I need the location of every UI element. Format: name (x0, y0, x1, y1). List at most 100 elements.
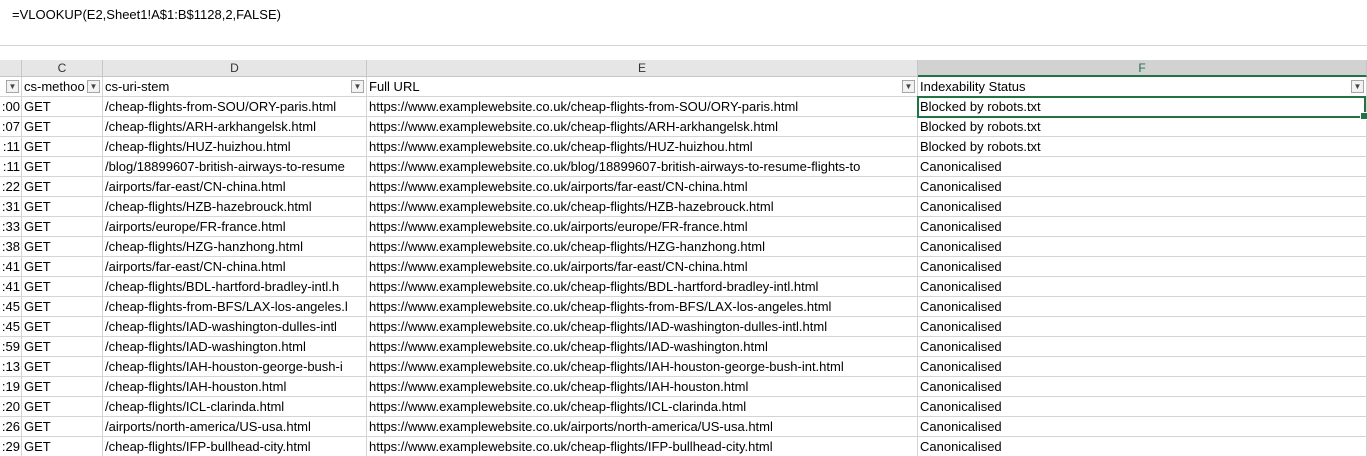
cell-uri-stem[interactable]: /cheap-flights/BDL-hartford-bradley-intl… (103, 277, 367, 297)
cell-method[interactable]: GET (22, 137, 103, 157)
cell-method[interactable]: GET (22, 157, 103, 177)
cell-indexability-status[interactable]: Canonicalised (918, 157, 1367, 177)
cell-uri-stem[interactable]: /blog/18899607-british-airways-to-resume (103, 157, 367, 177)
formula-bar[interactable]: =VLOOKUP(E2,Sheet1!A$1:B$1128,2,FALSE) (0, 0, 1367, 46)
cell-uri-stem[interactable]: /cheap-flights/IFP-bullhead-city.html (103, 437, 367, 456)
cell-method[interactable]: GET (22, 357, 103, 377)
column-header-f[interactable]: F (918, 60, 1367, 77)
cell-full-url[interactable]: https://www.examplewebsite.co.uk/cheap-f… (367, 337, 918, 357)
header-cell-full-url[interactable]: Full URL ▼ (367, 77, 918, 97)
column-header-d[interactable]: D (103, 60, 367, 77)
cell-method[interactable]: GET (22, 337, 103, 357)
cell-indexability-status[interactable]: Blocked by robots.txt (918, 117, 1367, 137)
column-header-b[interactable] (0, 60, 22, 77)
cell-method[interactable]: GET (22, 257, 103, 277)
cell-indexability-status[interactable]: Canonicalised (918, 197, 1367, 217)
cell-uri-stem[interactable]: /cheap-flights/ARH-arkhangelsk.html (103, 117, 367, 137)
cell-indexability-status[interactable]: Canonicalised (918, 397, 1367, 417)
cell-full-url[interactable]: https://www.examplewebsite.co.uk/cheap-f… (367, 437, 918, 456)
cell-uri-stem[interactable]: /airports/north-america/US-usa.html (103, 417, 367, 437)
cell-time[interactable]: :41 (0, 277, 22, 297)
cell-uri-stem[interactable]: /cheap-flights/HUZ-huizhou.html (103, 137, 367, 157)
cell-uri-stem[interactable]: /airports/far-east/CN-china.html (103, 257, 367, 277)
cell-method[interactable]: GET (22, 197, 103, 217)
cell-uri-stem[interactable]: /airports/far-east/CN-china.html (103, 177, 367, 197)
header-cell-uri-stem[interactable]: cs-uri-stem ▼ (103, 77, 367, 97)
cell-method[interactable]: GET (22, 317, 103, 337)
cell-time[interactable]: :11 (0, 157, 22, 177)
cell-full-url[interactable]: https://www.examplewebsite.co.uk/cheap-f… (367, 237, 918, 257)
cell-indexability-status[interactable]: Canonicalised (918, 257, 1367, 277)
cell-time[interactable]: :31 (0, 197, 22, 217)
cell-uri-stem[interactable]: /cheap-flights/ICL-clarinda.html (103, 397, 367, 417)
cell-full-url[interactable]: https://www.examplewebsite.co.uk/cheap-f… (367, 377, 918, 397)
cell-full-url[interactable]: https://www.examplewebsite.co.uk/blog/18… (367, 157, 918, 177)
cell-method[interactable]: GET (22, 417, 103, 437)
cell-full-url[interactable]: https://www.examplewebsite.co.uk/cheap-f… (367, 277, 918, 297)
cell-time[interactable]: :07 (0, 117, 22, 137)
cell-indexability-status[interactable]: Canonicalised (918, 237, 1367, 257)
cell-time[interactable]: :45 (0, 317, 22, 337)
cell-indexability-status[interactable]: Canonicalised (918, 417, 1367, 437)
cell-indexability-status[interactable]: Canonicalised (918, 317, 1367, 337)
cell-indexability-status[interactable]: Canonicalised (918, 277, 1367, 297)
cell-uri-stem[interactable]: /cheap-flights/IAH-houston.html (103, 377, 367, 397)
column-header-c[interactable]: C (22, 60, 103, 77)
cell-method[interactable]: GET (22, 97, 103, 117)
header-cell-method[interactable]: cs-methoo ▼ (22, 77, 103, 97)
cell-method[interactable]: GET (22, 277, 103, 297)
cell-indexability-status[interactable]: Canonicalised (918, 377, 1367, 397)
cell-full-url[interactable]: https://www.examplewebsite.co.uk/cheap-f… (367, 97, 918, 117)
cell-time[interactable]: :29 (0, 437, 22, 456)
cell-full-url[interactable]: https://www.examplewebsite.co.uk/airport… (367, 257, 918, 277)
cell-time[interactable]: :22 (0, 177, 22, 197)
cell-time[interactable]: :13 (0, 357, 22, 377)
cell-time[interactable]: :33 (0, 217, 22, 237)
cell-indexability-status[interactable]: Canonicalised (918, 337, 1367, 357)
cell-method[interactable]: GET (22, 377, 103, 397)
cell-method[interactable]: GET (22, 117, 103, 137)
cell-full-url[interactable]: https://www.examplewebsite.co.uk/cheap-f… (367, 117, 918, 137)
cell-time[interactable]: :19 (0, 377, 22, 397)
cell-indexability-status[interactable]: Canonicalised (918, 357, 1367, 377)
cell-method[interactable]: GET (22, 437, 103, 456)
chevron-down-icon[interactable]: ▼ (902, 80, 915, 93)
chevron-down-icon[interactable]: ▼ (87, 80, 100, 93)
cell-uri-stem[interactable]: /airports/europe/FR-france.html (103, 217, 367, 237)
cell-method[interactable]: GET (22, 217, 103, 237)
cell-method[interactable]: GET (22, 177, 103, 197)
cell-uri-stem[interactable]: /cheap-flights/IAH-houston-george-bush-i (103, 357, 367, 377)
cell-full-url[interactable]: https://www.examplewebsite.co.uk/cheap-f… (367, 397, 918, 417)
spreadsheet-grid[interactable]: ▼ cs-methoo ▼ cs-uri-stem ▼ Full URL ▼ I… (0, 77, 1367, 456)
cell-indexability-status[interactable]: Canonicalised (918, 217, 1367, 237)
cell-full-url[interactable]: https://www.examplewebsite.co.uk/cheap-f… (367, 197, 918, 217)
header-cell-b[interactable]: ▼ (0, 77, 22, 97)
cell-full-url[interactable]: https://www.examplewebsite.co.uk/cheap-f… (367, 317, 918, 337)
column-header-e[interactable]: E (367, 60, 918, 77)
cell-uri-stem[interactable]: /cheap-flights-from-BFS/LAX-los-angeles.… (103, 297, 367, 317)
cell-method[interactable]: GET (22, 237, 103, 257)
cell-uri-stem[interactable]: /cheap-flights/IAD-washington.html (103, 337, 367, 357)
cell-method[interactable]: GET (22, 397, 103, 417)
cell-time[interactable]: :26 (0, 417, 22, 437)
cell-indexability-status[interactable]: Blocked by robots.txt (918, 97, 1367, 117)
cell-time[interactable]: :41 (0, 257, 22, 277)
cell-full-url[interactable]: https://www.examplewebsite.co.uk/cheap-f… (367, 137, 918, 157)
cell-indexability-status[interactable]: Canonicalised (918, 437, 1367, 456)
cell-full-url[interactable]: https://www.examplewebsite.co.uk/airport… (367, 217, 918, 237)
cell-uri-stem[interactable]: /cheap-flights-from-SOU/ORY-paris.html (103, 97, 367, 117)
cell-full-url[interactable]: https://www.examplewebsite.co.uk/airport… (367, 177, 918, 197)
filter-icon[interactable]: ▼ (351, 80, 364, 93)
cell-time[interactable]: :20 (0, 397, 22, 417)
cell-indexability-status[interactable]: Canonicalised (918, 297, 1367, 317)
cell-time[interactable]: :45 (0, 297, 22, 317)
cell-time[interactable]: :00 (0, 97, 22, 117)
cell-full-url[interactable]: https://www.examplewebsite.co.uk/cheap-f… (367, 297, 918, 317)
filter-icon[interactable]: ▼ (1351, 80, 1364, 93)
cell-indexability-status[interactable]: Blocked by robots.txt (918, 137, 1367, 157)
cell-full-url[interactable]: https://www.examplewebsite.co.uk/cheap-f… (367, 357, 918, 377)
cell-uri-stem[interactable]: /cheap-flights/IAD-washington-dulles-int… (103, 317, 367, 337)
header-cell-indexability[interactable]: Indexability Status ▼ (918, 77, 1367, 97)
cell-method[interactable]: GET (22, 297, 103, 317)
cell-time[interactable]: :38 (0, 237, 22, 257)
